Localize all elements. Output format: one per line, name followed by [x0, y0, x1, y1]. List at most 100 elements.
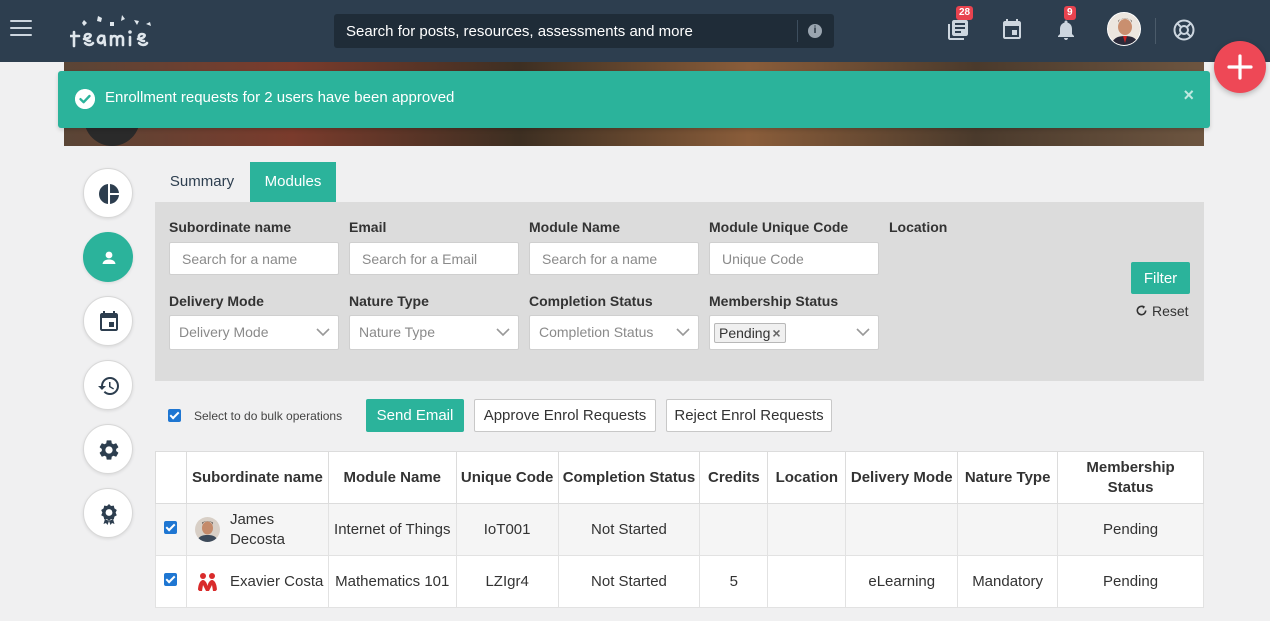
- delivery-mode-placeholder: Delivery Mode: [179, 324, 269, 340]
- module-name-input[interactable]: [529, 242, 699, 275]
- column-header-subordinate[interactable]: Subordinate name: [185, 451, 329, 504]
- history-icon: [98, 377, 119, 395]
- module-name-cell[interactable]: Internet of Things: [327, 503, 457, 556]
- table-row[interactable]: James Decosta Internet of Things IoT001 …: [155, 503, 1204, 556]
- library-badge: 28: [956, 6, 974, 20]
- top-bar: i 28 9: [0, 0, 1270, 62]
- row-checkbox[interactable]: [164, 572, 178, 586]
- location-label: Location: [889, 219, 948, 235]
- calendar-icon: [100, 311, 118, 331]
- column-header-nature[interactable]: Nature Type: [957, 451, 1059, 504]
- notifications-button[interactable]: 9: [1054, 6, 1078, 42]
- membership-status-tag: Pending ×: [714, 323, 786, 343]
- row-select-cell: [155, 555, 187, 608]
- help-icon[interactable]: [1172, 18, 1196, 42]
- column-header-code[interactable]: Unique Code: [455, 451, 559, 504]
- membership-status-select[interactable]: Pending ×: [709, 315, 879, 350]
- send-email-button[interactable]: Send Email: [366, 399, 464, 432]
- row-checkbox[interactable]: [164, 520, 178, 534]
- nature-type-select[interactable]: Nature Type: [349, 315, 519, 350]
- modules-table: Subordinate name Module Name Unique Code…: [155, 451, 1204, 608]
- add-fab-button[interactable]: [1214, 41, 1266, 93]
- teamie-logo[interactable]: [70, 12, 162, 52]
- tab-summary[interactable]: Summary: [156, 162, 248, 202]
- column-header-location[interactable]: Location: [767, 451, 847, 504]
- bulk-select-label: Select to do bulk operations: [194, 409, 343, 423]
- membership-status-cell: Pending: [1057, 555, 1204, 608]
- user-avatar-image: [1108, 13, 1140, 45]
- column-header-membership[interactable]: Membership Status: [1057, 451, 1204, 504]
- info-icon[interactable]: i: [808, 24, 822, 38]
- bulk-select-checkbox[interactable]: [168, 409, 181, 422]
- reject-enrol-requests-button[interactable]: Reject Enrol Requests: [666, 399, 832, 432]
- subordinate-name[interactable]: James Decosta: [230, 510, 324, 550]
- nature-type-cell: Mandatory: [957, 555, 1059, 608]
- rail-settings-button[interactable]: [83, 424, 133, 474]
- toast-close-icon[interactable]: ×: [1183, 85, 1194, 106]
- search-input[interactable]: [334, 14, 794, 48]
- success-toast: Enrollment requests for 2 users have bee…: [58, 71, 1210, 128]
- table-row[interactable]: Exavier Costa Mathematics 101 LZIgr4 Not…: [155, 555, 1204, 608]
- rail-calendar-button[interactable]: [83, 296, 133, 346]
- refresh-icon: [1136, 305, 1147, 316]
- completion-status-cell: Not Started: [557, 555, 701, 608]
- delivery-mode-select[interactable]: Delivery Mode: [169, 315, 339, 350]
- toast-message: Enrollment requests for 2 users have bee…: [105, 89, 455, 106]
- row-select-cell: [155, 503, 187, 556]
- chevron-down-icon: [316, 328, 330, 337]
- chevron-down-icon: [676, 328, 690, 337]
- calendar-button[interactable]: [1000, 18, 1024, 42]
- module-code-input[interactable]: [709, 242, 879, 275]
- nature-type-cell: [957, 503, 1059, 556]
- tab-modules[interactable]: Modules: [250, 162, 336, 202]
- subordinate-name-input[interactable]: [169, 242, 339, 275]
- award-icon: [101, 504, 117, 525]
- gear-icon: [99, 440, 119, 460]
- check-circle-icon: [75, 89, 95, 109]
- rail-badges-button[interactable]: [83, 488, 133, 538]
- library-icon: [948, 20, 968, 40]
- approve-enrol-requests-button[interactable]: Approve Enrol Requests: [474, 399, 656, 432]
- location-cell: [767, 555, 847, 608]
- subordinate-name[interactable]: Exavier Costa: [230, 572, 323, 592]
- filter-panel: Subordinate name Email Module Name Modul…: [155, 202, 1204, 381]
- filter-button[interactable]: Filter: [1131, 262, 1190, 294]
- column-header-completion[interactable]: Completion Status: [557, 451, 701, 504]
- delivery-mode-label: Delivery Mode: [169, 293, 264, 309]
- rail-profile-button[interactable]: [83, 232, 133, 282]
- column-header-module[interactable]: Module Name: [327, 451, 457, 504]
- module-name-cell[interactable]: Mathematics 101: [327, 555, 457, 608]
- delivery-mode-cell: [845, 503, 959, 556]
- reset-button[interactable]: Reset: [1135, 303, 1189, 319]
- toolbar-separator: [1155, 18, 1156, 44]
- subordinate-name-label: Subordinate name: [169, 219, 292, 235]
- reset-label: Reset: [1152, 303, 1189, 319]
- user-avatar[interactable]: [194, 569, 220, 594]
- location-cell: [767, 503, 847, 556]
- global-search[interactable]: i: [334, 14, 834, 48]
- person-icon: [102, 251, 116, 264]
- pie-chart-icon: [99, 184, 119, 204]
- search-divider: [797, 20, 798, 42]
- subordinate-cell: James Decosta: [185, 503, 329, 556]
- completion-status-select[interactable]: Completion Status: [529, 315, 699, 350]
- menu-icon[interactable]: [10, 20, 32, 38]
- completion-status-placeholder: Completion Status: [539, 324, 654, 340]
- remove-tag-icon[interactable]: ×: [772, 325, 780, 341]
- rail-history-button[interactable]: [83, 360, 133, 410]
- user-avatar[interactable]: [1107, 12, 1141, 46]
- column-header-delivery[interactable]: Delivery Mode: [845, 451, 959, 504]
- rail-analytics-button[interactable]: [83, 168, 133, 218]
- completion-status-label: Completion Status: [529, 293, 653, 309]
- user-avatar[interactable]: [194, 517, 220, 542]
- email-input[interactable]: [349, 242, 519, 275]
- nature-type-label: Nature Type: [349, 293, 429, 309]
- unique-code-cell: LZIgr4: [455, 555, 559, 608]
- delivery-mode-cell: eLearning: [845, 555, 959, 608]
- library-button[interactable]: 28: [946, 6, 974, 42]
- subordinate-cell: Exavier Costa: [185, 555, 329, 608]
- email-label: Email: [349, 219, 387, 235]
- completion-status-cell: Not Started: [557, 503, 701, 556]
- membership-status-label: Membership Status: [709, 293, 839, 309]
- column-header-credits[interactable]: Credits: [699, 451, 769, 504]
